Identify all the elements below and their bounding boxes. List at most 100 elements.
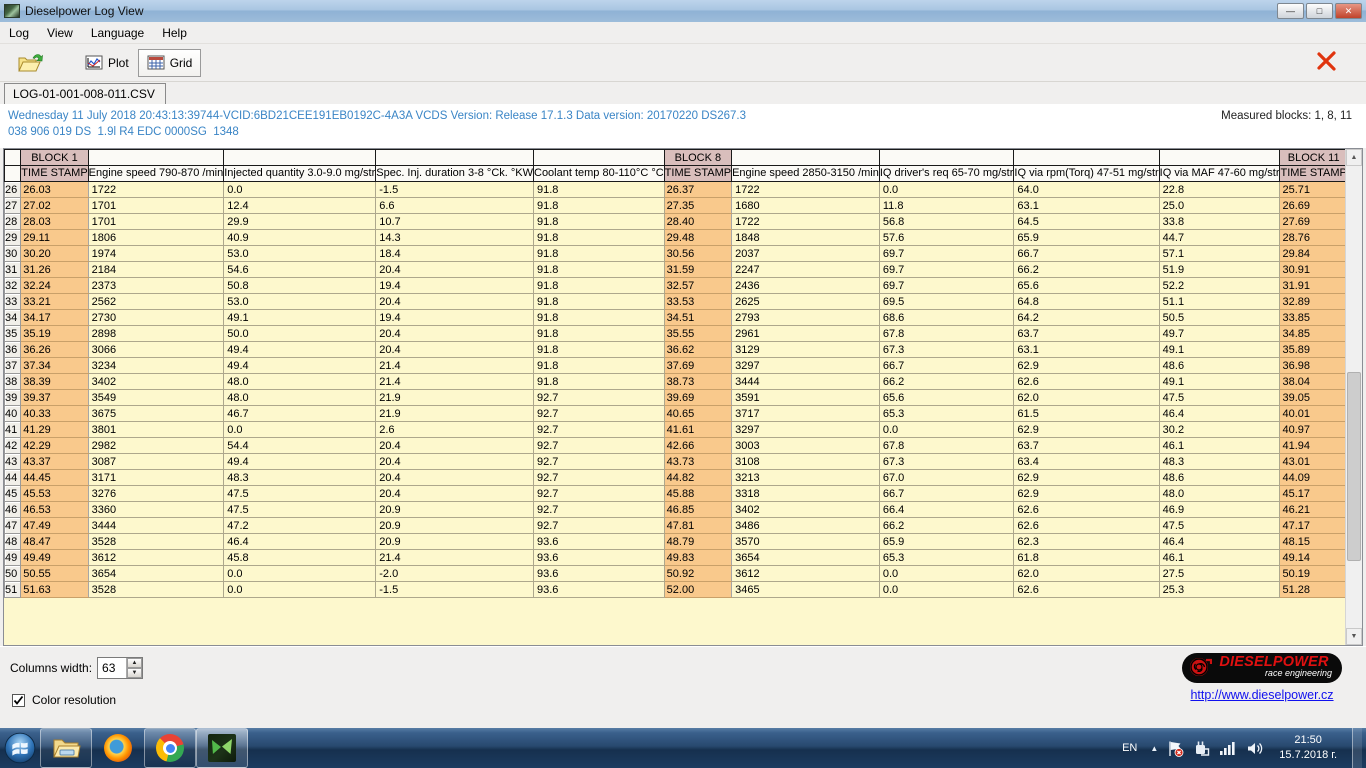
data-cell[interactable]: 12.4 (224, 198, 376, 214)
data-cell[interactable]: 91.8 (534, 342, 665, 358)
data-cell[interactable]: 67.3 (879, 454, 1014, 470)
data-cell[interactable]: 91.8 (534, 246, 665, 262)
data-cell[interactable]: 53.0 (224, 294, 376, 310)
data-cell[interactable]: 1974 (88, 246, 224, 262)
data-cell[interactable]: 3213 (732, 470, 880, 486)
data-cell[interactable]: 14.3 (376, 230, 534, 246)
data-cell[interactable]: 11.8 (879, 198, 1014, 214)
data-cell[interactable]: 3003 (732, 438, 880, 454)
data-cell[interactable]: 3402 (88, 374, 224, 390)
data-cell[interactable]: 91.8 (534, 278, 665, 294)
data-cell[interactable]: 20.4 (376, 438, 534, 454)
data-cell[interactable]: 62.9 (1014, 486, 1159, 502)
data-cell[interactable]: 62.0 (1014, 566, 1159, 582)
log-file-tab[interactable]: LOG-01-001-008-011.CSV (4, 83, 166, 104)
data-cell[interactable]: 92.7 (534, 502, 665, 518)
data-cell[interactable]: 67.0 (879, 470, 1014, 486)
timestamp-cell[interactable]: 33.21 (21, 294, 88, 310)
timestamp-cell[interactable]: 41.29 (21, 422, 88, 438)
data-cell[interactable]: 0.0 (879, 422, 1014, 438)
timestamp-cell[interactable]: 43.01 (1280, 454, 1347, 470)
timestamp-cell[interactable]: 36.98 (1280, 358, 1347, 374)
row-number-cell[interactable]: 26 (5, 182, 21, 198)
data-cell[interactable]: 62.6 (1014, 502, 1159, 518)
data-cell[interactable]: 3654 (732, 550, 880, 566)
data-cell[interactable]: 3465 (732, 582, 880, 598)
timestamp-cell[interactable]: 35.89 (1280, 342, 1347, 358)
data-cell[interactable]: 66.7 (879, 358, 1014, 374)
data-cell[interactable]: 63.4 (1014, 454, 1159, 470)
data-cell[interactable]: 65.3 (879, 406, 1014, 422)
close-log-button[interactable] (1314, 50, 1340, 76)
data-cell[interactable]: 93.6 (534, 582, 665, 598)
data-cell[interactable]: 53.0 (224, 246, 376, 262)
data-cell[interactable]: 2436 (732, 278, 880, 294)
data-cell[interactable]: 2247 (732, 262, 880, 278)
timestamp-cell[interactable]: 28.03 (21, 214, 88, 230)
data-cell[interactable]: 64.0 (1014, 182, 1159, 198)
minimize-button[interactable]: — (1277, 3, 1304, 19)
timestamp-cell[interactable]: 44.09 (1280, 470, 1347, 486)
timestamp-cell[interactable]: 40.65 (664, 406, 731, 422)
data-cell[interactable]: 68.6 (879, 310, 1014, 326)
timestamp-cell[interactable]: 26.69 (1280, 198, 1347, 214)
data-cell[interactable]: -1.5 (376, 182, 534, 198)
data-cell[interactable]: 92.7 (534, 406, 665, 422)
timestamp-cell[interactable]: 30.91 (1280, 262, 1347, 278)
data-cell[interactable]: 1806 (88, 230, 224, 246)
data-cell[interactable]: 50.5 (1159, 310, 1280, 326)
data-cell[interactable]: 1722 (732, 182, 880, 198)
data-cell[interactable]: 0.0 (224, 582, 376, 598)
taskbar-logview-button[interactable] (196, 728, 248, 768)
data-cell[interactable]: 63.1 (1014, 198, 1159, 214)
data-cell[interactable]: 2961 (732, 326, 880, 342)
data-cell[interactable]: 46.1 (1159, 550, 1280, 566)
data-cell[interactable]: 63.7 (1014, 326, 1159, 342)
data-cell[interactable]: 0.0 (224, 422, 376, 438)
row-number-cell[interactable]: 43 (5, 454, 21, 470)
timestamp-cell[interactable]: 49.14 (1280, 550, 1347, 566)
data-cell[interactable]: 0.0 (879, 182, 1014, 198)
row-number-cell[interactable]: 30 (5, 246, 21, 262)
timestamp-cell[interactable]: 42.29 (21, 438, 88, 454)
data-cell[interactable]: 20.4 (376, 486, 534, 502)
data-cell[interactable]: 2184 (88, 262, 224, 278)
data-cell[interactable]: 3129 (732, 342, 880, 358)
timestamp-cell[interactable]: 31.59 (664, 262, 731, 278)
data-cell[interactable]: 91.8 (534, 358, 665, 374)
data-cell[interactable]: 62.6 (1014, 518, 1159, 534)
timestamp-cell[interactable]: 34.85 (1280, 326, 1347, 342)
data-cell[interactable]: 3612 (732, 566, 880, 582)
timestamp-cell[interactable]: 39.37 (21, 390, 88, 406)
data-cell[interactable]: 0.0 (879, 566, 1014, 582)
data-cell[interactable]: 2625 (732, 294, 880, 310)
data-cell[interactable]: 2793 (732, 310, 880, 326)
data-cell[interactable]: 19.4 (376, 310, 534, 326)
data-cell[interactable]: 49.4 (224, 454, 376, 470)
timestamp-cell[interactable]: 30.20 (21, 246, 88, 262)
timestamp-cell[interactable]: 28.76 (1280, 230, 1347, 246)
data-cell[interactable]: 3717 (732, 406, 880, 422)
data-cell[interactable]: 3297 (732, 422, 880, 438)
data-cell[interactable]: 93.6 (534, 550, 665, 566)
row-number-cell[interactable]: 47 (5, 518, 21, 534)
data-cell[interactable]: 51.9 (1159, 262, 1280, 278)
data-cell[interactable]: 21.4 (376, 374, 534, 390)
data-cell[interactable]: 54.4 (224, 438, 376, 454)
data-cell[interactable]: 63.7 (1014, 438, 1159, 454)
data-cell[interactable]: 46.4 (1159, 534, 1280, 550)
data-cell[interactable]: 3675 (88, 406, 224, 422)
data-cell[interactable]: 0.0 (224, 182, 376, 198)
data-cell[interactable]: 47.5 (1159, 518, 1280, 534)
data-cell[interactable]: 2898 (88, 326, 224, 342)
timestamp-cell[interactable]: 44.45 (21, 470, 88, 486)
menu-help[interactable]: Help (153, 23, 196, 43)
data-cell[interactable]: 66.4 (879, 502, 1014, 518)
timestamp-cell[interactable]: 27.35 (664, 198, 731, 214)
data-cell[interactable]: 49.4 (224, 342, 376, 358)
data-cell[interactable]: 3444 (732, 374, 880, 390)
timestamp-cell[interactable]: 29.84 (1280, 246, 1347, 262)
timestamp-cell[interactable]: 32.89 (1280, 294, 1347, 310)
data-cell[interactable]: 93.6 (534, 534, 665, 550)
data-cell[interactable]: 49.1 (1159, 374, 1280, 390)
